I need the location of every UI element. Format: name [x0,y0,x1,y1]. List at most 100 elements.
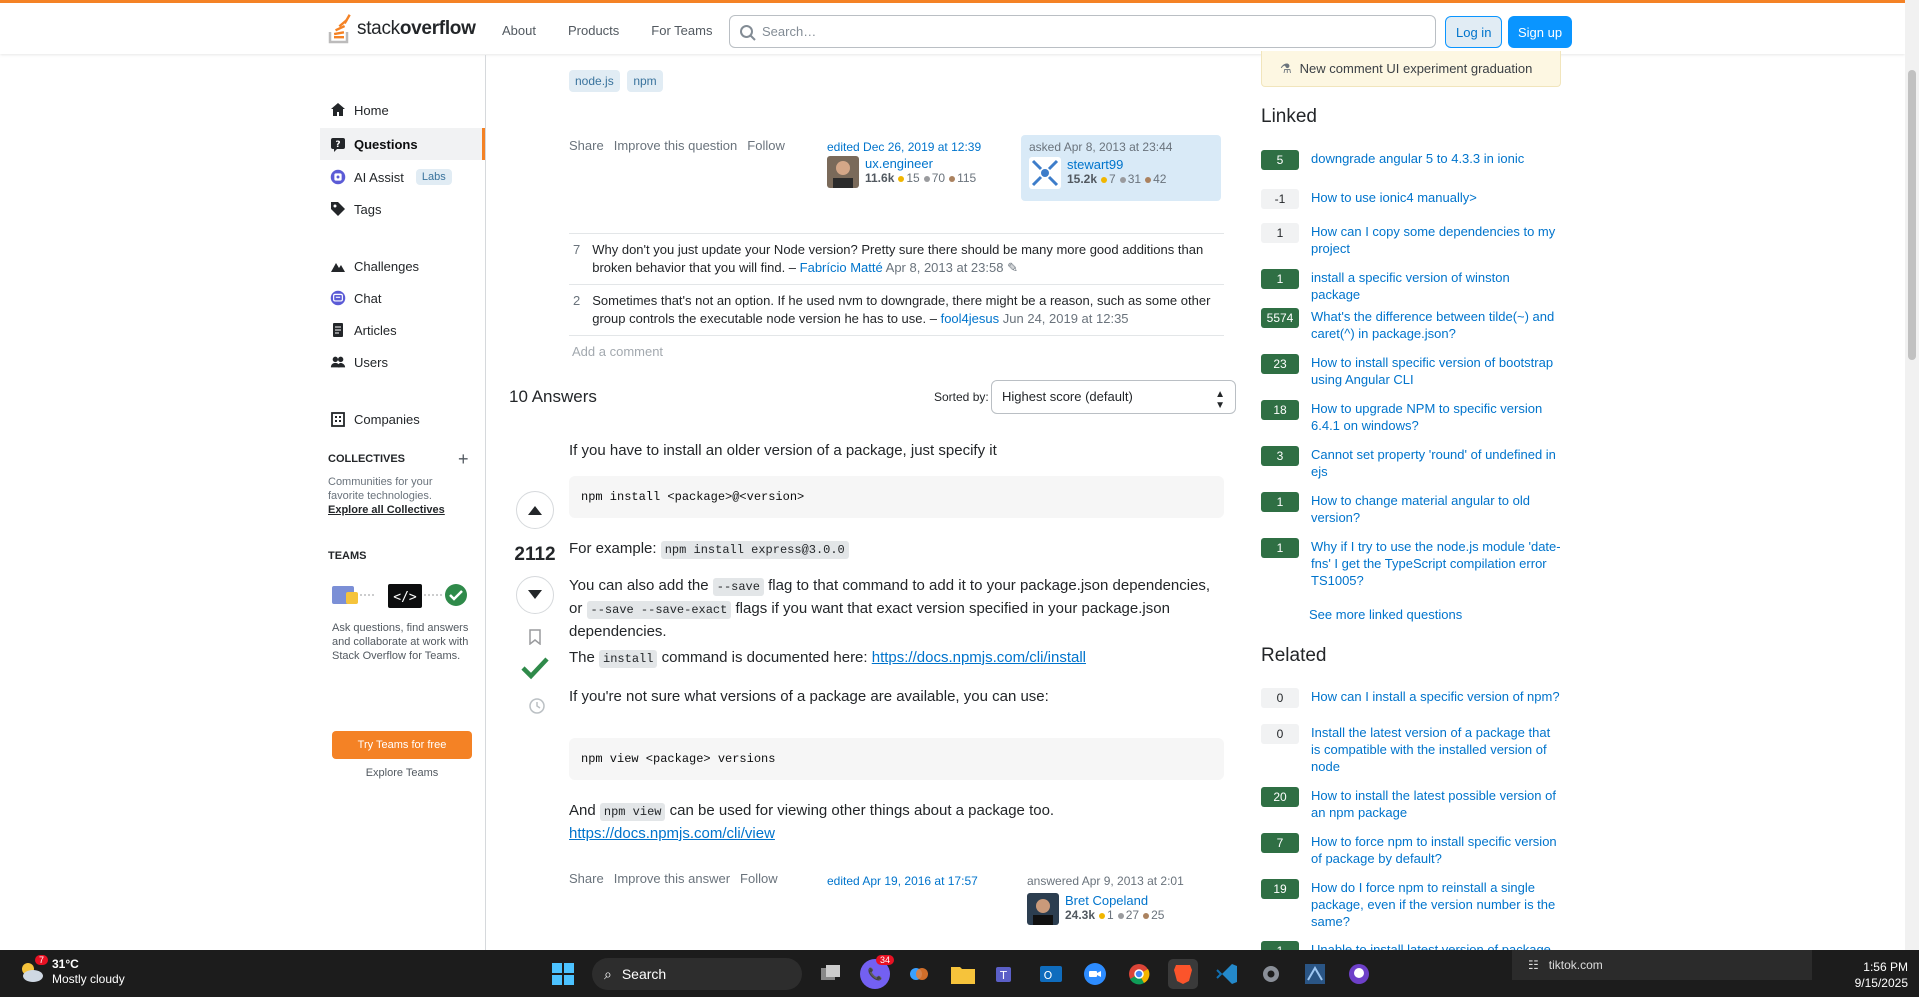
related-question-item[interactable]: 18 How to upgrade NPM to specific version… [1261,400,1561,434]
chrome-icon[interactable] [1124,959,1154,989]
sidebar-item-tags[interactable]: Tags [320,193,485,225]
avatar[interactable] [827,156,859,188]
related-question-item[interactable]: 3 Cannot set property 'round' of undefine… [1261,446,1561,480]
comment-user[interactable]: fool4jesus [941,311,1000,326]
add-comment-link[interactable]: Add a comment [572,344,663,359]
question-title-link[interactable]: Why if I try to use the node.js module '… [1311,538,1561,589]
question-title-link[interactable]: How can I copy some dependencies to my p… [1311,223,1561,257]
question-title-link[interactable]: How do I force npm to reinstall a single… [1311,879,1561,930]
outlook-icon[interactable]: O [1036,959,1066,989]
question-title-link[interactable]: Install the latest version of a package … [1311,724,1561,775]
file-explorer-icon[interactable] [948,959,978,989]
asker-username[interactable]: stewart99 [1067,157,1166,172]
related-question-item[interactable]: 1 install a specific version of winston p… [1261,269,1561,303]
system-clock[interactable]: 1:56 PM 9/15/2025 [1840,959,1908,991]
question-title-link[interactable]: How to install specific version of boots… [1311,354,1561,388]
question-title-link[interactable]: Cannot set property 'round' of undefined… [1311,446,1561,480]
scroll-thumb[interactable] [1908,70,1916,360]
task-view-icon[interactable] [816,959,846,989]
avatar[interactable] [1029,157,1061,189]
add-collective-icon[interactable]: + [458,449,469,470]
improve-answer-link[interactable]: Improve this answer [614,871,730,886]
edited-date[interactable]: edited Dec 26, 2019 at 12:39 [827,140,981,154]
login-button[interactable]: Log in [1445,16,1503,48]
docs-install-link[interactable]: https://docs.npmjs.com/cli/install [872,649,1086,666]
related-question-item[interactable]: 19 How do I force npm to reinstall a sing… [1261,879,1561,930]
bookmark-icon[interactable] [529,629,541,645]
share-link[interactable]: Share [569,138,604,153]
question-title-link[interactable]: How can I install a specific version of … [1311,688,1561,705]
related-question-item[interactable]: 7 How to force npm to install specific ve… [1261,833,1561,867]
sidebar-item-companies[interactable]: Companies [320,403,485,435]
try-teams-button[interactable]: Try Teams for free [332,731,472,759]
settings-icon[interactable] [1256,959,1286,989]
explore-collectives-link[interactable]: Explore all Collectives [328,504,445,516]
nav-for-teams[interactable]: For Teams [639,17,724,44]
related-question-item[interactable]: 5 downgrade angular 5 to 4.3.3 in ionic [1261,150,1561,170]
sort-select[interactable]: Highest score (default) ▲ ▼ [991,380,1236,414]
question-title-link[interactable]: What's the difference between tilde(~) a… [1311,308,1561,342]
question-title-link[interactable]: How to use ionic4 manually> [1311,189,1561,206]
question-title-link[interactable]: install a specific version of winston pa… [1311,269,1561,303]
related-question-item[interactable]: 1 How to change material angular to old v… [1261,492,1561,526]
question-title-link[interactable]: How to install the latest possible versi… [1311,787,1561,821]
sidebar-item-chat[interactable]: Chat [320,282,485,314]
answer-edited-date[interactable]: edited Apr 19, 2016 at 17:57 [827,874,978,888]
downvote-button[interactable] [516,576,554,614]
see-more-linked-link[interactable]: See more linked questions [1309,607,1462,622]
taskbar-search[interactable]: ⌕ Search [592,958,802,990]
question-title-link[interactable]: How to force npm to install specific ver… [1311,833,1561,867]
follow-link[interactable]: Follow [747,138,785,153]
copilot-icon[interactable] [904,959,934,989]
related-question-item[interactable]: 5574 What's the difference between tilde(… [1261,308,1561,342]
weather-widget[interactable]: 7 31°C Mostly cloudy [18,955,125,987]
sidebar-item-articles[interactable]: Articles [320,314,485,346]
related-question-item[interactable]: 1 Why if I try to use the node.js module … [1261,538,1561,589]
sidebar-item-challenges[interactable]: Challenges [320,250,485,282]
sidebar-item-questions[interactable]: ? Questions [320,128,485,160]
avatar[interactable] [1027,893,1059,925]
vscode-icon[interactable] [1212,959,1242,989]
related-question-item[interactable]: 23 How to install specific version of boo… [1261,354,1561,388]
sidebar-item-home[interactable]: Home [320,94,485,126]
brave-icon[interactable] [1168,959,1198,989]
question-title-link[interactable]: downgrade angular 5 to 4.3.3 in ionic [1311,150,1561,167]
answerer-username[interactable]: Bret Copeland [1065,893,1164,908]
sidebar-item-ai-assist[interactable]: AI Assist Labs [320,161,485,193]
docs-view-link[interactable]: https://docs.npmjs.com/cli/view [569,825,775,842]
editor-username[interactable]: ux.engineer [865,156,976,171]
improve-question-link[interactable]: Improve this question [614,138,738,153]
sidebar-item-users[interactable]: Users [320,346,485,378]
related-question-item[interactable]: 0 How can I install a specific version of… [1261,688,1561,708]
history-icon[interactable] [528,697,546,715]
explore-teams-link[interactable]: Explore Teams [332,767,472,779]
tag-npm[interactable]: npm [627,70,663,92]
github-icon[interactable] [1344,959,1374,989]
nav-products[interactable]: Products [556,17,631,44]
related-question-item[interactable]: 0 Install the latest version of a package… [1261,724,1561,775]
tag-nodejs[interactable]: node.js [569,70,620,92]
related-question-item[interactable]: 1 How can I copy some dependencies to my … [1261,223,1561,257]
comment-date[interactable]: Jun 24, 2019 at 12:35 [1003,311,1129,326]
notice-banner[interactable]: ⚗ New comment UI experiment graduation [1261,51,1561,87]
teams-icon[interactable]: T [992,959,1022,989]
upvote-button[interactable] [516,491,554,529]
nav-about[interactable]: About [490,17,548,44]
scrollbar[interactable] [1905,0,1919,950]
related-question-item[interactable]: 20 How to install the latest possible ver… [1261,787,1561,821]
question-title-link[interactable]: How to upgrade NPM to specific version 6… [1311,400,1561,434]
network-app-icon[interactable] [1300,959,1330,989]
share-link[interactable]: Share [569,871,604,886]
zoom-icon[interactable] [1080,959,1110,989]
follow-link[interactable]: Follow [740,871,778,886]
signup-button[interactable]: Sign up [1508,16,1573,48]
comment-date[interactable]: Apr 8, 2013 at 23:58 [886,260,1004,275]
windows-start-icon[interactable] [548,959,578,989]
search-input[interactable] [762,24,1402,39]
stackoverflow-logo[interactable]: stackoverflow [327,11,476,47]
viber-icon[interactable]: 📞 34 [860,955,894,989]
comment-user[interactable]: Fabrício Matté [800,260,883,275]
related-question-item[interactable]: -1 How to use ionic4 manually> [1261,189,1561,209]
question-title-link[interactable]: How to change material angular to old ve… [1311,492,1561,526]
tiktok-notification[interactable]: ☷ tiktok.com [1512,950,1812,980]
